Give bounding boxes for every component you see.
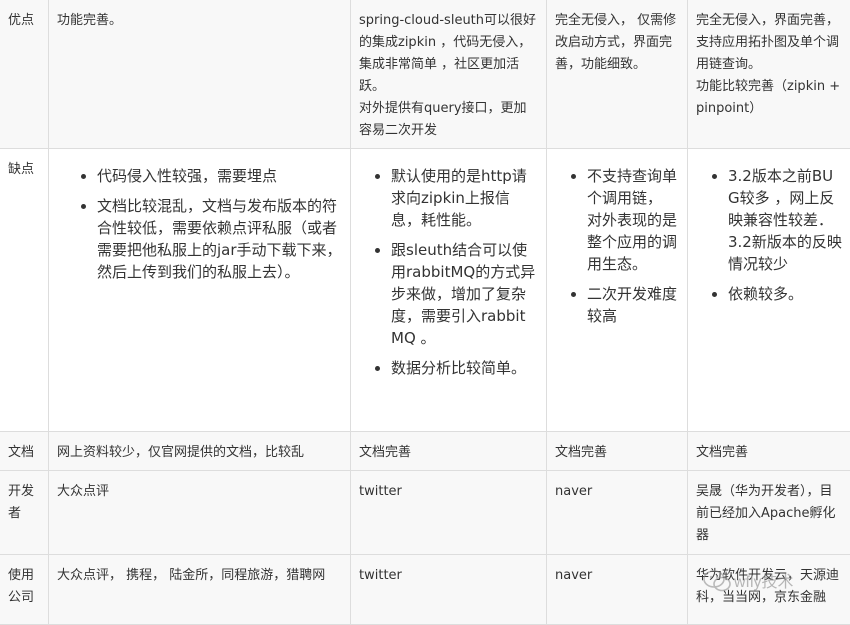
wechat-icon: [704, 571, 730, 591]
cons-cat: 代码侵入性较强，需要埋点 文档比较混乱，文档与发布版本的符合性较低，需要依赖点评…: [49, 149, 351, 432]
cons-skywalking-list: 3.2版本之前BUG较多 ，网上反映兼容性较差．3.2新版本的反映情况较少 依赖…: [696, 165, 842, 305]
list-item: 依赖较多。: [728, 283, 842, 305]
row-label-developer: 开发者: [0, 471, 49, 555]
docs-skywalking: 文档完善: [688, 432, 850, 471]
list-item: 数据分析比较简单。: [391, 357, 538, 379]
row-pros: 优点 功能完善。 spring-cloud-sleuth可以很好的集成zipki…: [0, 0, 850, 149]
row-docs: 文档 网上资料较少，仅官网提供的文档，比较乱 文档完善 文档完善 文档完善: [0, 432, 850, 471]
watermark-text: wfly技术: [733, 573, 794, 591]
docs-cat: 网上资料较少，仅官网提供的文档，比较乱: [49, 432, 351, 471]
cons-cat-list: 代码侵入性较强，需要埋点 文档比较混乱，文档与发布版本的符合性较低，需要依赖点评…: [65, 165, 342, 283]
row-label-users: 使用公司: [0, 555, 49, 625]
use-cat: 大众点评， 携程， 陆金所，同程旅游，猎聘网: [49, 555, 351, 625]
list-item: 代码侵入性较强，需要埋点: [97, 165, 342, 187]
cons-zipkin-list: 默认使用的是http请求向zipkin上报信息，耗性能。 跟sleuth结合可以…: [359, 165, 538, 379]
dev-zipkin: twitter: [351, 471, 547, 555]
list-item: 3.2版本之前BUG较多 ，网上反映兼容性较差．3.2新版本的反映情况较少: [728, 165, 842, 275]
pros-skywalking: 完全无侵入，界面完善，支持应用拓扑图及单个调用链查询。 功能比较完善（zipki…: [688, 0, 850, 149]
row-developer: 开发者 大众点评 twitter naver 吴晟（华为开发者），目前已经加入A…: [0, 471, 850, 555]
pros-pinpoint: 完全无侵入， 仅需修改启动方式，界面完善，功能细致。: [547, 0, 688, 149]
list-item: 文档比较混乱，文档与发布版本的符合性较低，需要依赖点评私服（或者需要把他私服上的…: [97, 195, 342, 283]
cons-skywalking: 3.2版本之前BUG较多 ，网上反映兼容性较差．3.2新版本的反映情况较少 依赖…: [688, 149, 850, 432]
comparison-table: 优点 功能完善。 spring-cloud-sleuth可以很好的集成zipki…: [0, 0, 850, 625]
dev-skywalking: 吴晟（华为开发者），目前已经加入Apache孵化器: [688, 471, 850, 555]
use-pinpoint: naver: [547, 555, 688, 625]
docs-pinpoint: 文档完善: [547, 432, 688, 471]
row-label-pros: 优点: [0, 0, 49, 149]
pros-cat: 功能完善。: [49, 0, 351, 149]
pros-skywalking-line: 功能比较完善（zipkin + pinpoint）: [696, 76, 842, 120]
pros-zipkin-line: 对外提供有query接口，更加容易二次开发: [359, 98, 538, 142]
dev-cat: 大众点评: [49, 471, 351, 555]
pros-zipkin-line: spring-cloud-sleuth可以很好的集成zipkin ，代码无侵入，…: [359, 10, 538, 98]
list-item: 默认使用的是http请求向zipkin上报信息，耗性能。: [391, 165, 538, 231]
row-cons: 缺点 代码侵入性较强，需要埋点 文档比较混乱，文档与发布版本的符合性较低，需要依…: [0, 149, 850, 432]
cons-zipkin: 默认使用的是http请求向zipkin上报信息，耗性能。 跟sleuth结合可以…: [351, 149, 547, 432]
list-item: 跟sleuth结合可以使用rabbitMQ的方式异步来做，增加了复杂度，需要引入…: [391, 239, 538, 349]
row-label-cons: 缺点: [0, 149, 49, 432]
docs-zipkin: 文档完善: [351, 432, 547, 471]
list-item: 二次开发难度较高: [587, 283, 679, 327]
use-zipkin: twitter: [351, 555, 547, 625]
pros-zipkin: spring-cloud-sleuth可以很好的集成zipkin ，代码无侵入，…: [351, 0, 547, 149]
watermark: wfly技术: [700, 563, 840, 599]
list-item: 不支持查询单个调用链， 对外表现的是整个应用的调用生态。: [587, 165, 679, 275]
cons-pinpoint: 不支持查询单个调用链， 对外表现的是整个应用的调用生态。 二次开发难度较高: [547, 149, 688, 432]
row-label-docs: 文档: [0, 432, 49, 471]
pros-skywalking-line: 完全无侵入，界面完善，支持应用拓扑图及单个调用链查询。: [696, 10, 842, 76]
cons-pinpoint-list: 不支持查询单个调用链， 对外表现的是整个应用的调用生态。 二次开发难度较高: [555, 165, 679, 327]
dev-pinpoint: naver: [547, 471, 688, 555]
